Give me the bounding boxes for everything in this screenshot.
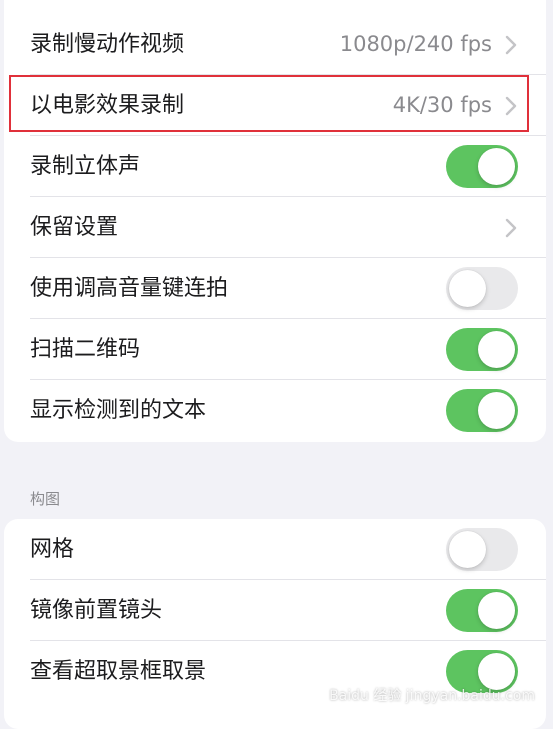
scan-qr-label: 扫描二维码	[30, 337, 141, 362]
stereo-toggle[interactable]	[446, 145, 518, 188]
slow-motion-value: 1080p/240 fps	[339, 32, 492, 56]
row-mirror-front: 镜像前置镜头	[4, 580, 546, 641]
detected-text-toggle[interactable]	[446, 389, 518, 432]
section-header-composition: 构图	[30, 490, 61, 508]
grid-label: 网格	[30, 537, 75, 562]
toggle-knob	[478, 331, 515, 368]
highlight-box	[9, 75, 529, 132]
stereo-label: 录制立体声	[30, 154, 141, 179]
view-outside-frame-label: 查看超取景框取景	[30, 659, 207, 684]
row-stereo: 录制立体声	[4, 136, 546, 197]
watermark: Baidu 经验 jingyan.baidu.com	[329, 688, 535, 704]
row-preserve-settings[interactable]: 保留设置	[4, 197, 546, 258]
row-grid: 网格	[4, 519, 546, 580]
toggle-knob	[478, 592, 515, 629]
grid-toggle[interactable]	[446, 528, 518, 571]
toggle-knob	[449, 270, 486, 307]
row-volume-burst: 使用调高音量键连拍	[4, 258, 546, 319]
detected-text-label: 显示检测到的文本	[30, 398, 207, 423]
toggle-knob	[449, 531, 486, 568]
toggle-knob	[478, 148, 515, 185]
volume-burst-toggle[interactable]	[446, 267, 518, 310]
row-slow-motion[interactable]: 录制慢动作视频 1080p/240 fps	[4, 14, 546, 75]
slow-motion-label: 录制慢动作视频	[30, 32, 185, 57]
chevron-right-icon	[505, 35, 517, 55]
volume-burst-label: 使用调高音量键连拍	[30, 276, 229, 301]
chevron-right-icon	[505, 218, 517, 238]
camera-settings-group: 录制慢动作视频 1080p/240 fps 以电影效果录制 4K/30 fps …	[4, 0, 546, 442]
mirror-front-toggle[interactable]	[446, 589, 518, 632]
toggle-knob	[478, 392, 515, 429]
row-detected-text: 显示检测到的文本	[4, 380, 546, 441]
row-scan-qr: 扫描二维码	[4, 319, 546, 380]
scan-qr-toggle[interactable]	[446, 328, 518, 371]
preserve-settings-label: 保留设置	[30, 215, 119, 240]
mirror-front-label: 镜像前置镜头	[30, 598, 163, 623]
